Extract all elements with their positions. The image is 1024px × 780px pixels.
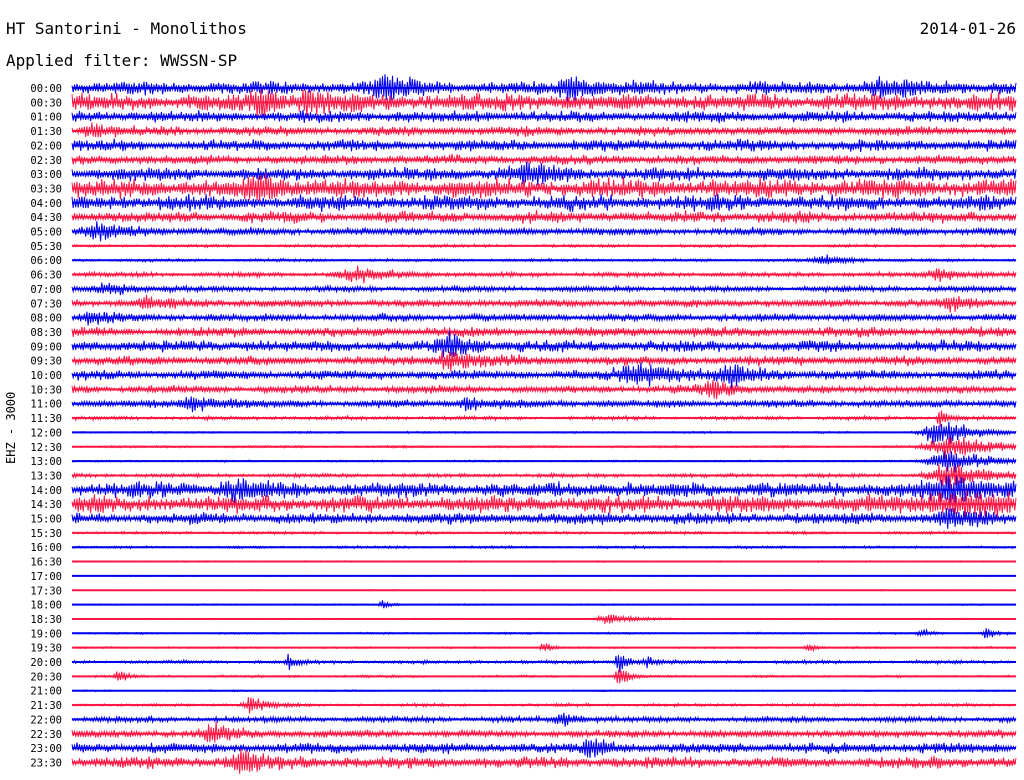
time-tick-label: 19:30 bbox=[30, 643, 62, 655]
time-tick-label: 07:00 bbox=[30, 284, 62, 296]
trace-2330 bbox=[71, 748, 1017, 774]
time-tick-label: 12:30 bbox=[30, 442, 62, 454]
time-tick-label: 14:30 bbox=[30, 499, 62, 511]
time-tick-label: 16:30 bbox=[30, 557, 62, 569]
time-tick-label: 18:30 bbox=[30, 614, 62, 626]
time-tick-label: 22:00 bbox=[30, 714, 62, 726]
helicorder-plot: 00:00 00:30 01:00 01:30 02:00 02:30 03:00 03:30… bbox=[30, 74, 1017, 774]
tick-labels: 00:00 00:30 01:00 01:30 02:00 02:30 03:00 03:30… bbox=[30, 83, 62, 769]
time-tick-label: 08:00 bbox=[30, 313, 62, 325]
time-tick-label: 22:30 bbox=[30, 729, 62, 741]
trace-0900 bbox=[71, 330, 1017, 358]
time-tick-label: 14:00 bbox=[30, 485, 62, 497]
trace-1230 bbox=[71, 437, 1017, 459]
time-tick-label: 07:30 bbox=[30, 298, 62, 310]
time-tick-label: 16:00 bbox=[30, 542, 62, 554]
time-tick-label: 18:00 bbox=[30, 600, 62, 612]
time-tick-label: 02:00 bbox=[30, 140, 62, 152]
time-tick-label: 20:00 bbox=[30, 657, 62, 669]
time-tick-label: 04:00 bbox=[30, 198, 62, 210]
time-tick-label: 10:30 bbox=[30, 384, 62, 396]
time-tick-label: 01:30 bbox=[30, 126, 62, 138]
time-tick-label: 09:30 bbox=[30, 356, 62, 368]
time-tick-label: 20:30 bbox=[30, 671, 62, 683]
time-tick-label: 17:30 bbox=[30, 585, 62, 597]
time-tick-label: 01:00 bbox=[30, 112, 62, 124]
time-tick-label: 21:00 bbox=[30, 686, 62, 698]
time-tick-label: 21:30 bbox=[30, 700, 62, 712]
trace-0130 bbox=[71, 122, 1017, 138]
time-tick-label: 05:00 bbox=[30, 227, 62, 239]
time-tick-label: 04:30 bbox=[30, 212, 62, 224]
time-tick-label: 00:30 bbox=[30, 97, 62, 109]
time-tick-label: 00:00 bbox=[30, 83, 62, 95]
time-tick-label: 15:30 bbox=[30, 528, 62, 540]
time-tick-label: 13:30 bbox=[30, 470, 62, 482]
time-tick-label: 09:00 bbox=[30, 341, 62, 353]
time-tick-label: 05:30 bbox=[30, 241, 62, 253]
time-tick-label: 13:00 bbox=[30, 456, 62, 468]
trace-2230 bbox=[71, 721, 1017, 743]
time-tick-label: 23:30 bbox=[30, 757, 62, 769]
time-tick-label: 06:00 bbox=[30, 255, 62, 267]
trace-2000 bbox=[71, 653, 1017, 673]
time-tick-label: 10:00 bbox=[30, 370, 62, 382]
time-tick-label: 02:30 bbox=[30, 155, 62, 167]
time-tick-label: 11:30 bbox=[30, 413, 62, 425]
time-tick-label: 03:00 bbox=[30, 169, 62, 181]
time-tick-label: 03:30 bbox=[30, 183, 62, 195]
time-tick-label: 19:00 bbox=[30, 628, 62, 640]
time-tick-label: 15:00 bbox=[30, 514, 62, 526]
time-tick-label: 23:00 bbox=[30, 743, 62, 755]
time-tick-label: 08:30 bbox=[30, 327, 62, 339]
time-tick-label: 12:00 bbox=[30, 427, 62, 439]
trace-1330 bbox=[71, 464, 1017, 489]
trace-0800 bbox=[71, 311, 1017, 326]
time-tick-label: 06:30 bbox=[30, 270, 62, 282]
time-tick-label: 11:00 bbox=[30, 399, 62, 411]
time-tick-label: 17:00 bbox=[30, 571, 62, 583]
